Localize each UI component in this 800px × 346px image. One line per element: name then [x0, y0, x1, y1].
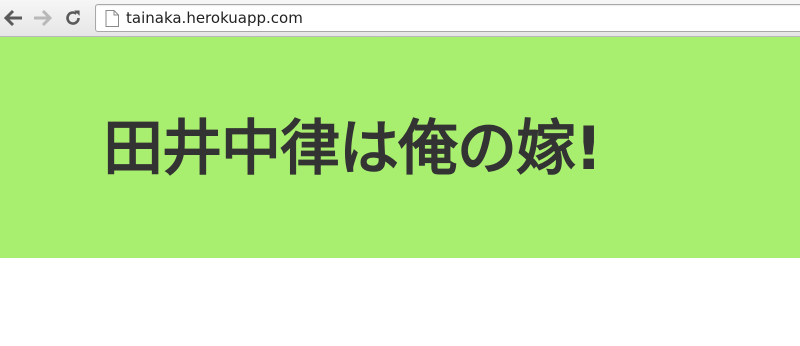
forward-button[interactable]: [31, 7, 53, 29]
hero-banner: 田井中律は俺の嫁!: [0, 37, 800, 258]
reload-icon: [66, 10, 80, 25]
page-body: [0, 258, 800, 346]
forward-arrow-icon: [34, 9, 52, 27]
back-arrow-icon: [4, 9, 22, 27]
address-bar[interactable]: tainaka.herokuapp.com: [95, 4, 800, 32]
page-document-icon: [105, 10, 119, 27]
browser-toolbar: tainaka.herokuapp.com: [0, 0, 800, 37]
url-text: tainaka.herokuapp.com: [126, 9, 303, 27]
back-button[interactable]: [3, 7, 25, 29]
page-title: 田井中律は俺の嫁!: [103, 114, 602, 184]
reload-button[interactable]: [62, 7, 84, 29]
